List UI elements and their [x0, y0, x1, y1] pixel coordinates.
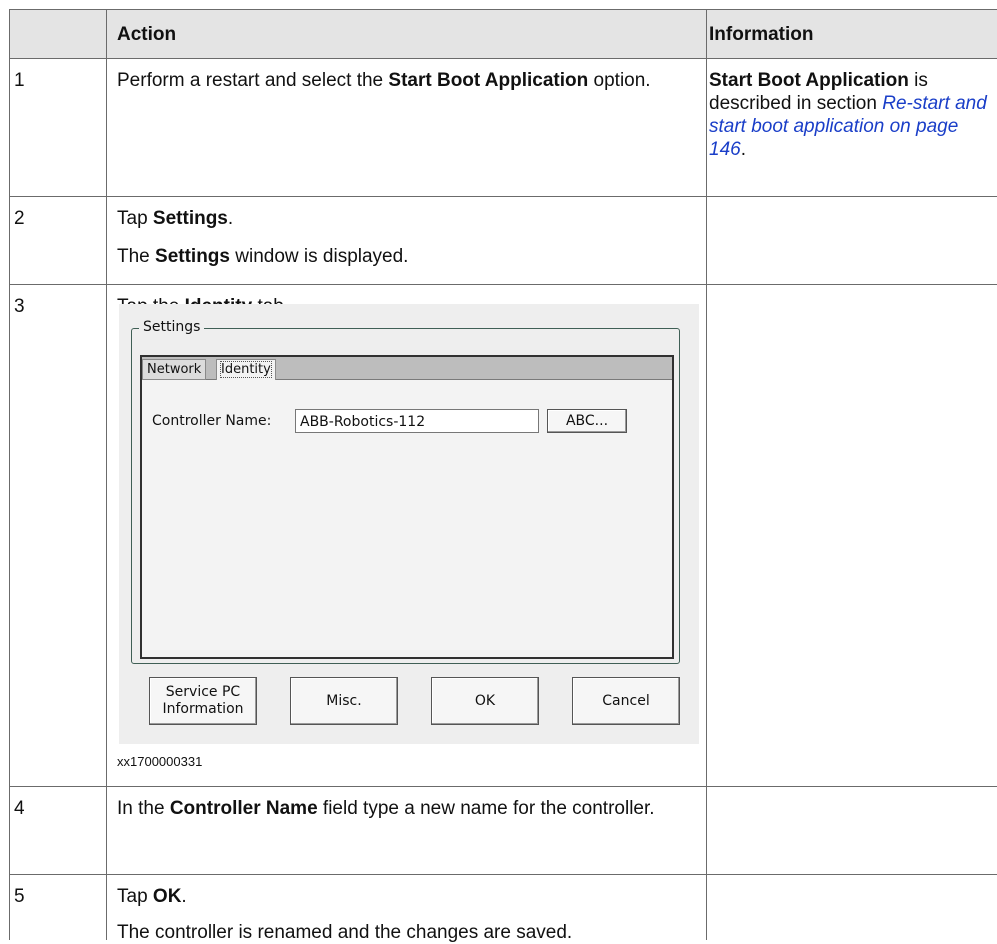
row-2-result-line: The Settings window is displayed.: [117, 246, 409, 267]
row-4-number: 4: [14, 798, 25, 819]
service-pc-information-button[interactable]: Service PC Information: [149, 677, 257, 725]
tab-panel: Network Identity Controller Name: ABB-Ro…: [140, 355, 674, 659]
header-action: Action: [117, 24, 177, 45]
procedure-table: Action Information 1 Perform a restart a…: [9, 9, 997, 943]
row-2-number: 2: [14, 208, 25, 229]
header-information: Information: [709, 24, 814, 45]
controller-name-label: Controller Name:: [152, 413, 272, 429]
misc-button[interactable]: Misc.: [290, 677, 398, 725]
tab-network[interactable]: Network: [142, 359, 207, 380]
tab-strip: Network Identity: [142, 357, 672, 380]
row-5-number: 5: [14, 886, 25, 907]
abc-keyboard-button[interactable]: ABC...: [547, 409, 627, 433]
settings-dialog-screenshot: Settings Network Identity Controller Nam…: [119, 304, 699, 744]
row-1-number: 1: [14, 70, 25, 91]
row-2-step-line: Tap Settings.: [117, 208, 234, 229]
tab-identity[interactable]: Identity: [216, 359, 276, 380]
controller-name-field[interactable]: ABB-Robotics-112: [295, 409, 539, 433]
row-5-step-line: Tap OK.: [117, 886, 187, 907]
row-5-result-line: The controller is renamed and the change…: [117, 922, 573, 943]
ok-button[interactable]: OK: [431, 677, 539, 725]
row-1-information: Start Boot Application is described in s…: [709, 70, 987, 160]
row-3-number: 3: [14, 296, 25, 317]
figure-caption: xx1700000331: [117, 754, 203, 769]
row-1-action: Perform a restart and select the Start B…: [117, 70, 651, 91]
settings-group-title: Settings: [139, 319, 205, 335]
row-4-action: In the Controller Name field type a new …: [117, 798, 655, 819]
cancel-button[interactable]: Cancel: [572, 677, 680, 725]
